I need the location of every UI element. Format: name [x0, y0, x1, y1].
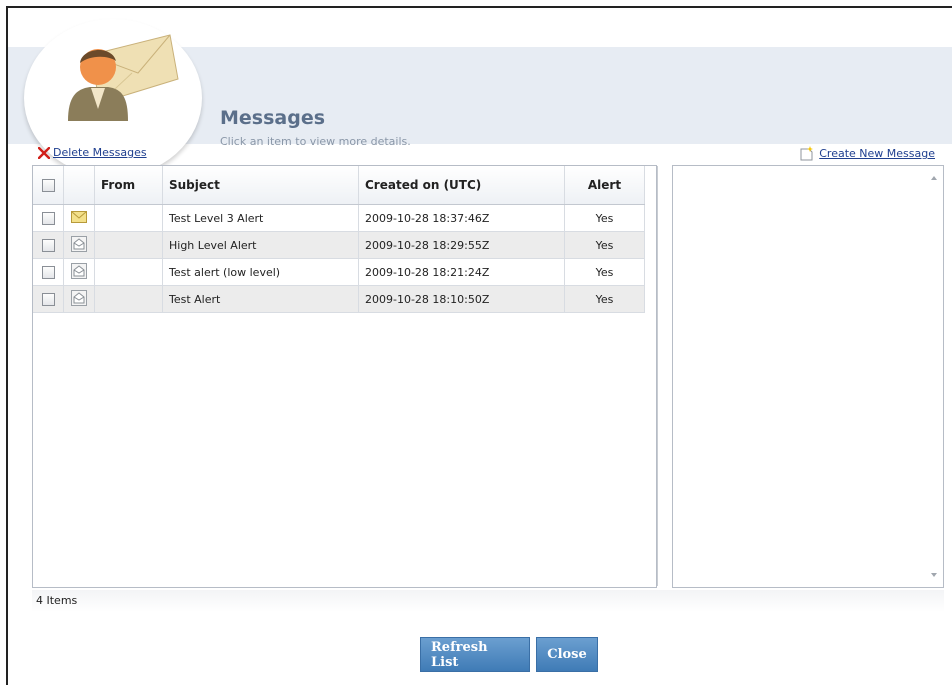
table-row[interactable]: Test alert (low level) 2009-10-28 18:21:… [33, 258, 645, 286]
row-created: 2009-10-28 18:37:46Z [358, 204, 565, 232]
button-bar: Refresh List Close [420, 637, 598, 672]
user-envelope-icon [68, 34, 179, 121]
delete-messages-action[interactable]: Delete Messages [38, 146, 147, 159]
row-alert: Yes [564, 231, 645, 259]
page-title: Messages [220, 107, 326, 129]
select-all-header [33, 166, 64, 205]
table-row[interactable]: Test Level 3 Alert 2009-10-28 18:37:46Z … [33, 204, 645, 232]
icon-column-header [63, 166, 95, 205]
status-bar: 4 Items [32, 590, 944, 612]
row-created: 2009-10-28 18:21:24Z [358, 258, 565, 286]
list-divider [657, 166, 658, 586]
row-icon-cell [63, 231, 95, 259]
row-from [94, 231, 163, 259]
message-detail-panel[interactable] [672, 165, 944, 588]
row-icon-cell [63, 285, 95, 313]
scroll-down-arrow-icon[interactable] [931, 573, 937, 577]
row-checkbox-cell [33, 285, 64, 313]
table-row[interactable]: High Level Alert 2009-10-28 18:29:55Z Ye… [33, 231, 645, 259]
row-subject: Test Level 3 Alert [162, 204, 359, 232]
unread-envelope-icon [71, 210, 87, 223]
row-subject: Test Alert [162, 285, 359, 313]
scroll-up-arrow-icon[interactable] [931, 176, 937, 180]
new-document-icon[interactable] [800, 146, 814, 161]
row-created: 2009-10-28 18:29:55Z [358, 231, 565, 259]
message-list-panel: From Subject Created on (UTC) Alert Test… [32, 165, 658, 588]
row-subject: High Level Alert [162, 231, 359, 259]
row-alert: Yes [564, 285, 645, 313]
row-icon-cell [63, 204, 95, 232]
row-icon-cell [63, 258, 95, 286]
row-checkbox-cell [33, 231, 64, 259]
row-alert: Yes [564, 204, 645, 232]
select-all-checkbox[interactable] [41, 179, 55, 192]
row-checkbox[interactable] [41, 238, 55, 252]
row-created: 2009-10-28 18:10:50Z [358, 285, 565, 313]
created-column-header[interactable]: Created on (UTC) [358, 166, 565, 205]
item-count: 4 Items [36, 594, 78, 607]
row-checkbox[interactable] [41, 265, 55, 279]
messages-table: From Subject Created on (UTC) Alert Test… [33, 166, 645, 313]
read-envelope-icon [71, 289, 87, 306]
read-envelope-icon [71, 235, 87, 252]
row-from [94, 204, 163, 232]
row-checkbox-cell [33, 204, 64, 232]
table-header-row: From Subject Created on (UTC) Alert [33, 166, 645, 205]
page-subtitle: Click an item to view more details. [220, 135, 411, 148]
delete-messages-link[interactable]: Delete Messages [53, 146, 147, 159]
close-button[interactable]: Close [536, 637, 598, 672]
create-new-message-link[interactable]: Create New Message [819, 147, 935, 160]
header-band: Messages Click an item to view more deta… [8, 19, 952, 177]
row-checkbox[interactable] [41, 211, 55, 225]
row-from [94, 258, 163, 286]
read-envelope-icon [71, 262, 87, 279]
row-alert: Yes [564, 258, 645, 286]
table-row[interactable]: Test Alert 2009-10-28 18:10:50Z Yes [33, 285, 645, 313]
create-new-message-action[interactable]: Create New Message [800, 146, 935, 161]
refresh-list-button[interactable]: Refresh List [420, 637, 530, 672]
from-column-header[interactable]: From [94, 166, 163, 205]
row-checkbox[interactable] [41, 292, 55, 306]
alert-column-header[interactable]: Alert [564, 166, 645, 205]
row-checkbox-cell [33, 258, 64, 286]
row-from [94, 285, 163, 313]
subject-column-header[interactable]: Subject [162, 166, 359, 205]
row-subject: Test alert (low level) [162, 258, 359, 286]
delete-x-icon[interactable] [38, 146, 50, 159]
